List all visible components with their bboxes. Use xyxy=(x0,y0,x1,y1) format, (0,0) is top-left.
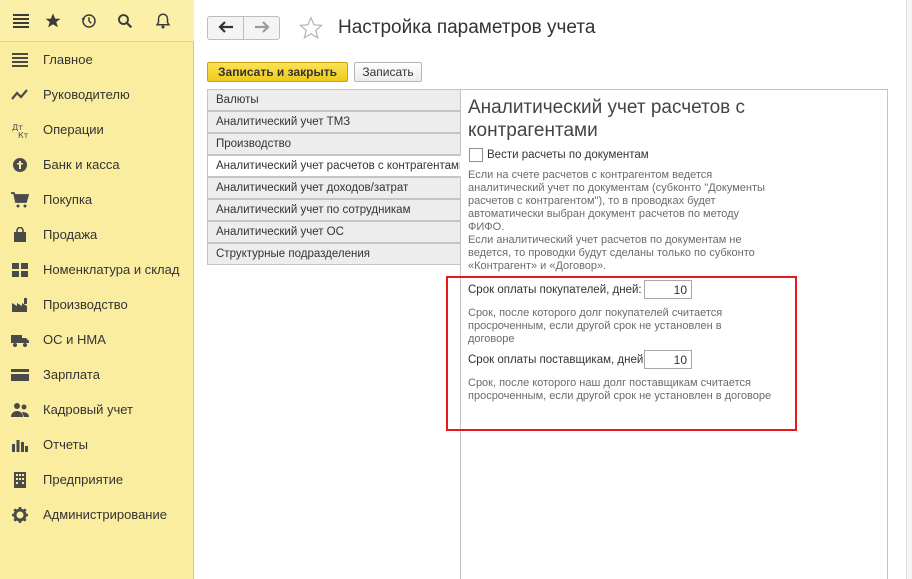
checkbox-label: Вести расчеты по документам xyxy=(487,149,649,161)
forward-button[interactable] xyxy=(243,16,280,40)
sidebar-item-label: Администрирование xyxy=(43,507,167,522)
sidebar-item-enterprise[interactable]: Предприятие xyxy=(0,462,194,497)
sidebar: Главное Руководителю Дт Кт Операции Банк … xyxy=(0,0,194,579)
scrollbar[interactable] xyxy=(906,0,912,579)
hint-line: ФИФО. xyxy=(468,221,505,233)
section-title: Аналитический учет расчетов с контрагент… xyxy=(468,97,746,141)
building-icon xyxy=(11,471,29,489)
sidebar-item-purchase[interactable]: Покупка xyxy=(0,182,194,217)
hint-line: просроченным, если другой срок не устано… xyxy=(468,390,772,402)
save-and-close-button[interactable]: Записать и закрыть xyxy=(207,62,348,82)
tab-departments[interactable]: Структурные подразделения xyxy=(207,243,461,265)
sidebar-item-label: Производство xyxy=(43,297,128,312)
factory-icon xyxy=(11,296,29,314)
back-button[interactable] xyxy=(207,16,244,40)
tab-counterparty-settlements[interactable]: Аналитический учет расчетов с контрагент… xyxy=(207,155,461,177)
sidebar-item-label: Продажа xyxy=(43,227,98,242)
cart-icon xyxy=(11,191,29,209)
tab-production[interactable]: Производство xyxy=(207,133,461,155)
sidebar-item-bank[interactable]: Банк и касса xyxy=(0,147,194,182)
search-icon[interactable] xyxy=(114,10,136,32)
truck-icon xyxy=(11,331,29,349)
tab-income-expense-analytics[interactable]: Аналитический учет доходов/затрат xyxy=(207,177,461,199)
hint-line: договоре xyxy=(468,333,515,345)
sidebar-item-hr[interactable]: Кадровый учет xyxy=(0,392,194,427)
sidebar-item-nomenclature[interactable]: Номенклатура и склад xyxy=(0,252,194,287)
sidebar-item-sales[interactable]: Продажа xyxy=(0,217,194,252)
page-title: Настройка параметров учета xyxy=(338,17,596,38)
sidebar-item-label: Кадровый учет xyxy=(43,402,133,417)
hint-line: просроченным, если другой срок не устано… xyxy=(468,320,722,332)
hint-line: аналитический учет по документам (субкон… xyxy=(468,182,765,194)
sidebar-item-reports[interactable]: Отчеты xyxy=(0,427,194,462)
hint-line: автоматически выбран документ расчетов п… xyxy=(468,208,740,220)
hint-line: Если аналитический учет расчетов по доку… xyxy=(468,234,742,246)
card-icon xyxy=(11,366,29,384)
sidebar-item-main[interactable]: Главное xyxy=(0,42,194,77)
settlements-hint: Если на счете расчетов с контрагентом ве… xyxy=(468,169,788,273)
history-clock-icon[interactable] xyxy=(78,10,100,32)
sidebar-item-label: Номенклатура и склад xyxy=(43,262,180,277)
bag-icon xyxy=(11,226,29,244)
debit-credit-icon: Дт Кт xyxy=(11,121,29,139)
people-icon xyxy=(11,401,29,419)
sidebar-item-label: Банк и касса xyxy=(43,157,120,172)
buyers-term-hint: Срок, после которого долг покупателей сч… xyxy=(468,307,788,346)
sidebar-item-label: Покупка xyxy=(43,192,93,207)
sidebar-item-label: Зарплата xyxy=(43,367,100,382)
sidebar-item-salary[interactable]: Зарплата xyxy=(0,357,194,392)
grid-icon xyxy=(11,261,29,279)
menu-icon[interactable] xyxy=(10,10,32,32)
hint-line: расчетов с контрагентом"), то в проводка… xyxy=(468,195,716,207)
tab-fixed-assets-analytics[interactable]: Аналитический учет ОС xyxy=(207,221,461,243)
sidebar-toolbar xyxy=(0,0,194,42)
sidebar-item-manager[interactable]: Руководителю xyxy=(0,77,194,112)
coin-icon xyxy=(11,156,29,174)
sidebar-item-operations[interactable]: Дт Кт Операции xyxy=(0,112,194,147)
bar-chart-icon xyxy=(11,436,29,454)
tab-employee-analytics[interactable]: Аналитический учет по сотрудникам xyxy=(207,199,461,221)
suppliers-term-input[interactable] xyxy=(644,350,692,369)
sidebar-item-administration[interactable]: Администрирование xyxy=(0,497,194,532)
bell-icon[interactable] xyxy=(152,10,174,32)
favorites-star-icon[interactable] xyxy=(42,10,64,32)
suppliers-term-hint: Срок, после которого наш долг поставщика… xyxy=(468,377,788,403)
document-settlements-checkbox[interactable] xyxy=(469,148,483,162)
trend-line-icon xyxy=(11,86,29,104)
sidebar-item-label: Отчеты xyxy=(43,437,88,452)
sidebar-item-label: Руководителю xyxy=(43,87,130,102)
add-favorite-star-icon[interactable] xyxy=(298,15,324,41)
sidebar-item-label: ОС и НМА xyxy=(43,332,106,347)
gear-icon xyxy=(11,506,29,524)
arrow-right-icon xyxy=(254,20,270,36)
tab-inventory-analytics[interactable]: Аналитический учет ТМЗ xyxy=(207,111,461,133)
arrow-left-icon xyxy=(217,20,234,36)
sidebar-item-label: Предприятие xyxy=(43,472,124,487)
hint-line: ведется, то проводки будут сделаны тольк… xyxy=(468,247,755,259)
hint-line: Срок, после которого долг покупателей сч… xyxy=(468,307,723,319)
save-button[interactable]: Записать xyxy=(354,62,422,82)
svg-text:Кт: Кт xyxy=(18,131,29,139)
hint-line: Срок, после которого наш долг поставщика… xyxy=(468,377,751,389)
sidebar-item-label: Операции xyxy=(43,122,104,137)
suppliers-term-label: Срок оплаты поставщикам, дней: xyxy=(468,354,647,366)
sidebar-item-fixed-assets[interactable]: ОС и НМА xyxy=(0,322,194,357)
hint-line: «Контрагент» и «Договор». xyxy=(468,260,607,272)
buyers-term-label: Срок оплаты покупателей, дней: xyxy=(468,284,642,296)
tab-currencies[interactable]: Валюты xyxy=(207,89,461,111)
buyers-term-input[interactable] xyxy=(644,280,692,299)
sidebar-item-label: Главное xyxy=(43,52,93,67)
sidebar-item-production[interactable]: Производство xyxy=(0,287,194,322)
menu-lines-icon xyxy=(11,51,29,69)
hint-line: Если на счете расчетов с контрагентом ве… xyxy=(468,169,713,181)
